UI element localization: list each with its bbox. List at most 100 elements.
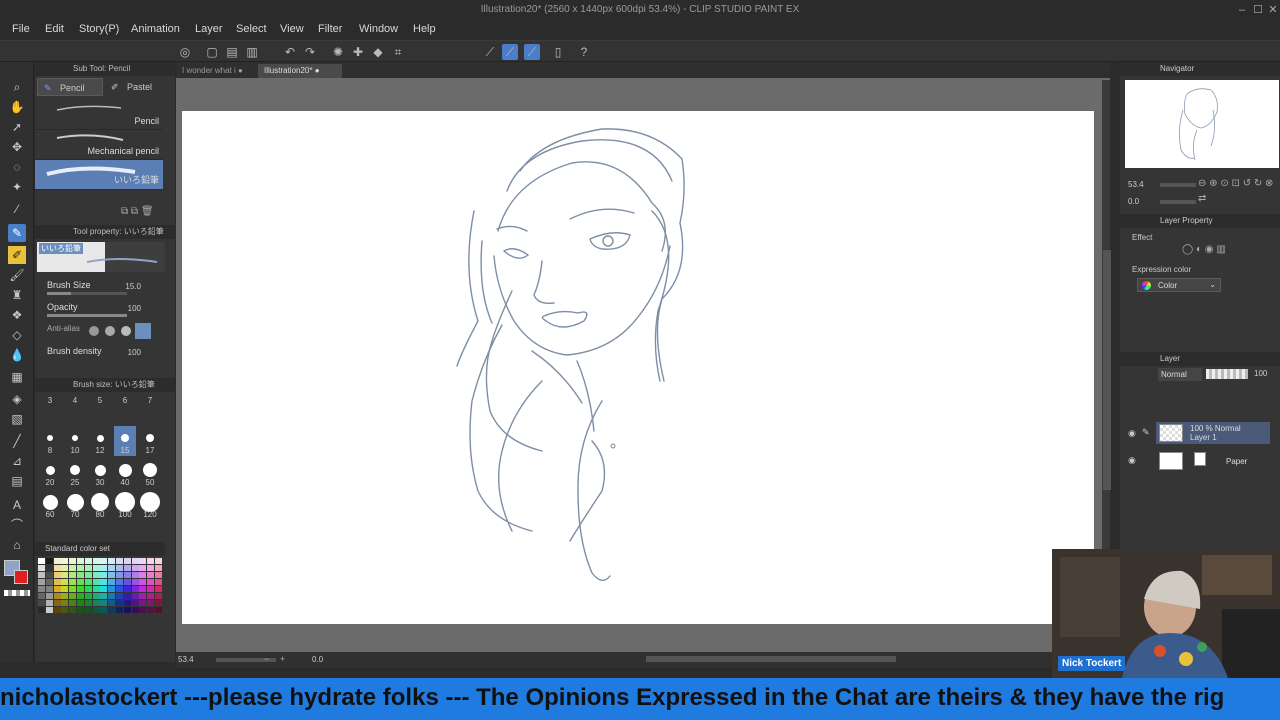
color-swatch[interactable] [69, 579, 77, 585]
color-swatch[interactable] [69, 565, 77, 571]
color-swatch[interactable] [131, 558, 139, 564]
brush-size-option[interactable]: 8 [39, 426, 61, 456]
layer-row-paper[interactable]: Paper [1156, 450, 1270, 472]
menu-story[interactable]: Story(P) [79, 23, 119, 35]
color-swatch[interactable] [53, 565, 61, 571]
airbrush-tool-icon[interactable]: ♜ [8, 286, 26, 304]
snap-special-ruler-icon[interactable]: ⟋ [502, 44, 518, 60]
color-swatch[interactable] [100, 558, 108, 564]
doc-tab-active[interactable]: Illustration20* ● [258, 64, 342, 78]
color-swatch[interactable] [123, 572, 131, 578]
color-swatch[interactable] [45, 600, 53, 606]
color-swatch[interactable] [77, 565, 84, 571]
color-swatch[interactable] [147, 593, 155, 599]
brush-size-option[interactable]: 25 [64, 458, 86, 488]
menu-animation[interactable]: Animation [131, 23, 180, 35]
duplicate-icon[interactable]: ⧉ [131, 206, 138, 217]
color-swatch[interactable] [69, 607, 77, 613]
crop-icon[interactable]: ⌗ [390, 44, 406, 60]
balloon-tool-icon[interactable]: ⌒ [8, 516, 26, 534]
maximize-icon[interactable]: ☐ [1250, 2, 1266, 18]
close-icon[interactable]: ✕ [1265, 2, 1280, 18]
brush-size-option[interactable]: 80 [89, 490, 111, 520]
color-swatch[interactable] [77, 607, 84, 613]
color-swatch[interactable] [92, 558, 100, 564]
open-file-icon[interactable]: ▤ [224, 44, 240, 60]
brush-size-option[interactable]: 7 [139, 394, 161, 424]
eyedropper-tool-icon[interactable]: ⁄ [8, 200, 26, 218]
brush-item-mechanical-pencil[interactable]: Mechanical pencil [35, 130, 163, 160]
color-swatch[interactable] [45, 579, 53, 585]
color-swatch[interactable] [123, 600, 131, 606]
opacity-slider[interactable] [47, 314, 127, 317]
brush-size-option[interactable]: 15 [114, 426, 136, 456]
color-swatch[interactable] [108, 558, 116, 564]
color-swatch[interactable] [100, 593, 108, 599]
color-swatch[interactable] [147, 572, 155, 578]
hand-tool-icon[interactable]: ✋ [8, 98, 26, 116]
navigator-zoom-value[interactable]: 53.4 [1128, 180, 1144, 189]
menu-window[interactable]: Window [359, 23, 398, 35]
eye-icon[interactable]: ◉ [1128, 428, 1136, 439]
navigator-rotation-slider[interactable] [1160, 200, 1196, 204]
color-swatch[interactable] [131, 565, 139, 571]
navigator-rotation-value[interactable]: 0.0 [1128, 197, 1139, 206]
color-swatch[interactable] [131, 600, 139, 606]
menu-edit[interactable]: Edit [45, 23, 64, 35]
color-swatch[interactable] [139, 558, 147, 564]
gradient-tool-icon[interactable]: ▧ [8, 410, 26, 428]
help-icon[interactable]: ? [576, 44, 592, 60]
anti-alias-row[interactable]: Anti-alias [37, 322, 163, 342]
layer-row-1[interactable]: 100 % Normal Layer 1 [1156, 422, 1270, 444]
lasso-tool-icon[interactable]: ◌ [8, 158, 26, 176]
color-swatch[interactable] [147, 558, 155, 564]
copy-icon[interactable]: ⧉ [121, 206, 128, 217]
color-swatch[interactable] [123, 586, 131, 592]
color-swatch[interactable] [84, 600, 92, 606]
expression-color-select[interactable]: Color ⌄ [1137, 278, 1221, 292]
color-swatch[interactable] [92, 586, 100, 592]
color-swatch[interactable] [38, 607, 45, 613]
color-swatch[interactable] [92, 600, 100, 606]
color-swatch[interactable] [38, 586, 45, 592]
brush-size-option[interactable]: 40 [114, 458, 136, 488]
color-swatch[interactable] [123, 565, 131, 571]
save-icon[interactable]: ▥ [244, 44, 260, 60]
zoom-value[interactable]: 53.4 [178, 655, 194, 664]
color-swatch[interactable] [53, 586, 61, 592]
color-swatch[interactable] [100, 565, 108, 571]
horizontal-scrollbar[interactable] [646, 656, 896, 662]
actual-size-icon[interactable]: ⊙ [1220, 178, 1228, 189]
color-swatch[interactable] [116, 586, 123, 592]
anti-alias-medium-icon[interactable] [121, 326, 131, 336]
color-swatch[interactable] [123, 607, 131, 613]
color-swatch[interactable] [147, 579, 155, 585]
color-swatch[interactable] [131, 593, 139, 599]
color-swatch[interactable] [92, 579, 100, 585]
clear-icon[interactable]: ✺ [330, 44, 346, 60]
frame-tool-icon[interactable]: ⊿ [8, 452, 26, 470]
tab-pencil[interactable]: ✎ Pencil [37, 78, 103, 96]
color-swatch[interactable] [108, 565, 116, 571]
color-swatch[interactable] [69, 600, 77, 606]
color-set-swatches[interactable] [38, 558, 164, 616]
sub-color-swatch[interactable] [14, 570, 28, 584]
navigator-zoom-slider[interactable] [1160, 183, 1196, 187]
tab-pastel[interactable]: ✐ Pastel [105, 78, 171, 96]
color-swatch[interactable] [139, 607, 147, 613]
menu-filter[interactable]: Filter [318, 23, 342, 35]
move-layer-tool-icon[interactable]: ✥ [8, 138, 26, 156]
menu-layer[interactable]: Layer [195, 23, 223, 35]
paint-bucket-tool-icon[interactable]: ◈ [8, 390, 26, 408]
brush-size-option[interactable]: 50 [139, 458, 161, 488]
brush-size-option[interactable]: 4 [64, 394, 86, 424]
color-swatch[interactable] [38, 579, 45, 585]
color-swatch[interactable] [84, 558, 92, 564]
layer-opacity-value[interactable]: 100 [1254, 369, 1267, 378]
color-swatch[interactable] [108, 593, 116, 599]
blend-tool-icon[interactable]: 💧 [8, 346, 26, 364]
correct-line-tool-icon[interactable]: ⌂ [8, 536, 26, 554]
color-swatch[interactable] [92, 565, 100, 571]
color-swatch[interactable] [131, 579, 139, 585]
color-swatch[interactable] [108, 572, 116, 578]
